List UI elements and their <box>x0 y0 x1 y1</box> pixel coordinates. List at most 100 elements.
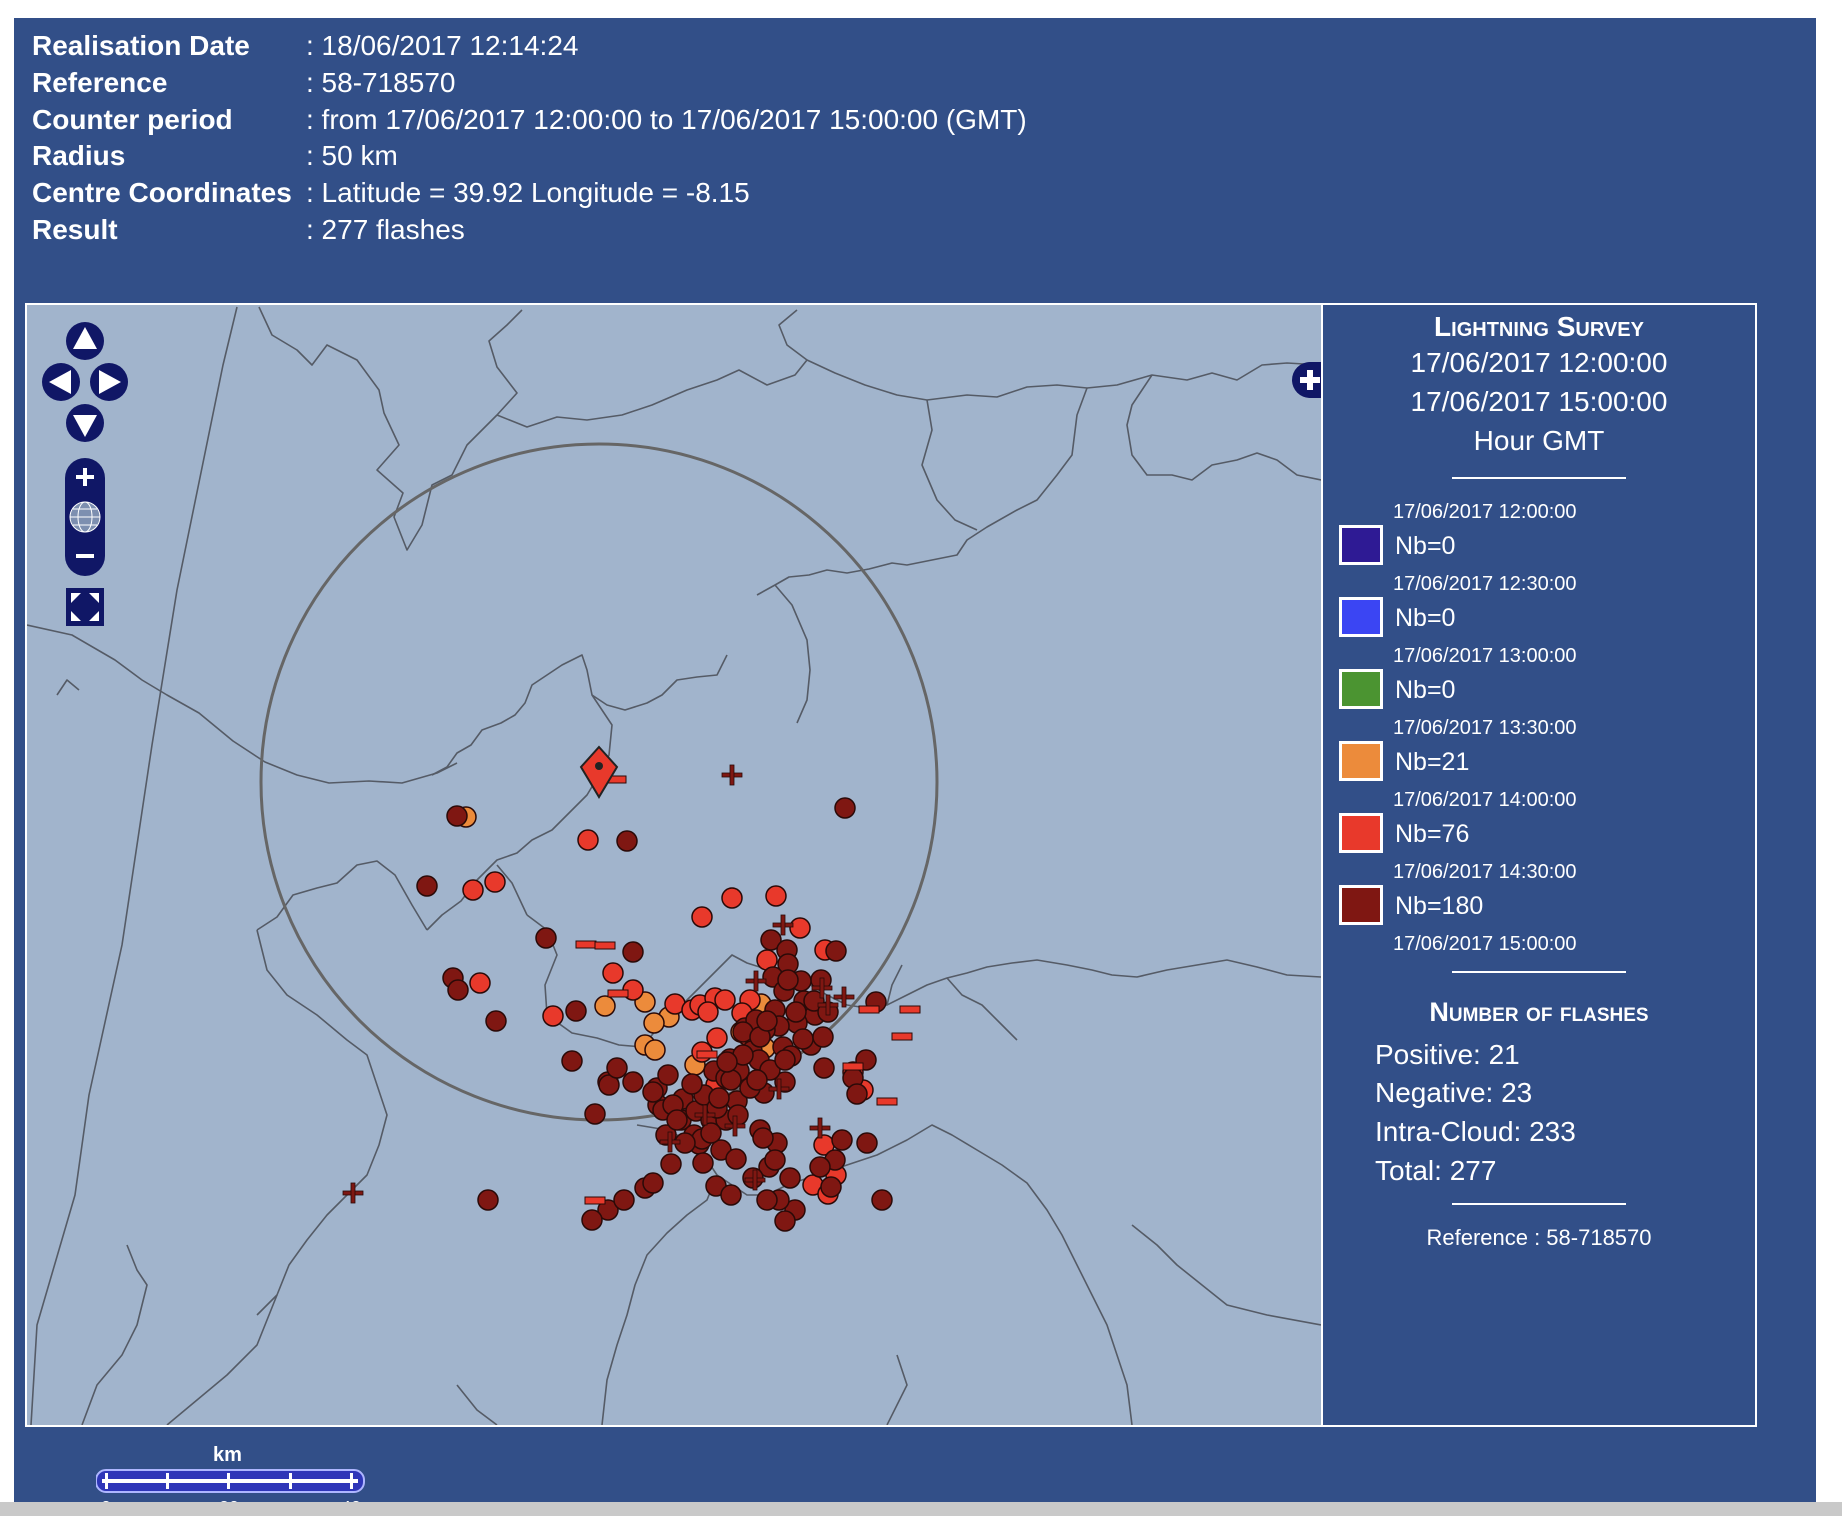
flash-intra-cloud <box>716 1051 738 1073</box>
region-border <box>56 679 80 696</box>
flash-intra-cloud <box>825 940 847 962</box>
flash-intra-cloud <box>831 1129 853 1151</box>
pan-down-icon[interactable] <box>66 404 104 442</box>
region-border <box>496 309 808 428</box>
zoom-control <box>65 458 105 576</box>
flash-intra-cloud <box>535 927 557 949</box>
flash-intra-cloud <box>446 805 468 827</box>
flash-intra-cloud <box>485 1010 507 1032</box>
info-label: Result <box>32 214 118 245</box>
flash-intra-cloud <box>561 1050 583 1072</box>
flash-intra-cloud <box>714 989 736 1011</box>
world-icon[interactable] <box>69 501 101 533</box>
flash-intra-cloud <box>725 1148 747 1170</box>
flash-intra-cloud <box>774 1049 796 1071</box>
flash-negative <box>891 1032 913 1041</box>
flash-intra-cloud <box>477 1189 499 1211</box>
legend-count-1230: Nb=0 <box>1395 604 1456 632</box>
flash-positive <box>342 1182 364 1204</box>
info-value: : 277 flashes <box>306 214 465 245</box>
layer-switcher-icon[interactable] <box>1292 362 1321 398</box>
region-border <box>1131 1224 1321 1326</box>
flash-intra-cloud <box>809 1156 831 1178</box>
flash-intra-cloud <box>469 972 491 994</box>
legend-reference: Reference : 58-718570 <box>1426 1225 1652 1250</box>
legend-count-1430: Nb=180 <box>1395 892 1484 920</box>
region-border <box>456 1384 498 1425</box>
region-border <box>946 977 1018 1041</box>
legend-divider <box>1452 477 1626 479</box>
legend-swatch-1400 <box>1339 813 1383 853</box>
region-border <box>756 387 1088 596</box>
flash-intra-cloud <box>594 995 616 1017</box>
flash-intra-cloud <box>657 1064 679 1086</box>
flash-intra-cloud <box>785 1001 807 1023</box>
zoom-out-icon[interactable] <box>76 554 94 558</box>
legend-swatch-1430 <box>1339 885 1383 925</box>
legend-count-1400: Nb=76 <box>1395 820 1470 848</box>
legend-start-time: 17/06/2017 12:00:00 <box>1410 347 1668 378</box>
flash-intra-cloud <box>622 1071 644 1093</box>
pan-left-icon[interactable] <box>42 363 80 401</box>
flash-negative <box>607 989 629 998</box>
region-border <box>256 929 388 1316</box>
flash-intra-cloud <box>774 1210 796 1232</box>
flash-intra-cloud <box>542 1005 564 1027</box>
flash-intra-cloud <box>691 906 713 928</box>
pan-up-icon[interactable] <box>66 322 104 360</box>
legend-panel: Lightning Survey 17/06/2017 12:00:00 17/… <box>1321 303 1757 1427</box>
count-negative: Negative: 23 <box>1375 1077 1533 1108</box>
flash-intra-cloud <box>708 1087 730 1109</box>
region-border <box>431 654 728 776</box>
region-border <box>30 306 238 1425</box>
flash-intra-cloud <box>727 1104 749 1126</box>
region-borders <box>27 306 1321 1425</box>
flash-intra-cloud <box>765 885 787 907</box>
region-border <box>81 1244 148 1425</box>
scale-unit: km <box>213 1444 242 1466</box>
legend-count-1200: Nb=0 <box>1395 532 1456 560</box>
region-border <box>27 624 458 784</box>
flash-intra-cloud <box>752 1127 774 1149</box>
flash-intra-cloud <box>720 1184 742 1206</box>
region-border <box>774 584 811 724</box>
flash-intra-cloud <box>484 871 506 893</box>
flash-intra-cloud <box>606 1057 628 1079</box>
flash-negative <box>858 1005 880 1014</box>
map-canvas[interactable] <box>27 305 1321 1425</box>
legend-time-zone: Hour GMT <box>1473 425 1605 456</box>
flash-intra-cloud <box>643 1012 665 1034</box>
flash-intra-cloud <box>856 1132 878 1154</box>
flash-intra-cloud <box>565 1000 587 1022</box>
flash-intra-cloud <box>681 1073 703 1095</box>
info-label: Reference <box>32 67 168 98</box>
region-border <box>1126 374 1321 481</box>
lightning-map[interactable] <box>25 303 1323 1427</box>
legend-time-label: 17/06/2017 12:00:00 <box>1393 501 1577 523</box>
flash-intra-cloud <box>846 1083 868 1105</box>
flash-count-title: Number of flashes <box>1429 997 1649 1027</box>
info-value: : 50 km <box>306 140 398 171</box>
centre-marker[interactable] <box>579 745 619 799</box>
flash-intra-cloud <box>613 1189 635 1211</box>
flash-intra-cloud <box>779 1167 801 1189</box>
info-value: : 18/06/2017 12:14:24 <box>306 30 579 61</box>
flash-intra-cloud <box>792 1028 814 1050</box>
pan-right-icon[interactable] <box>90 363 128 401</box>
legend-time-label: 17/06/2017 15:00:00 <box>1393 933 1577 955</box>
count-total: Total: 277 <box>1375 1155 1497 1186</box>
flash-intra-cloud <box>721 887 743 909</box>
info-value: : 58-718570 <box>306 67 456 98</box>
flash-intra-cloud <box>746 1069 768 1091</box>
region-border <box>166 1294 278 1425</box>
legend-time-label: 17/06/2017 13:00:00 <box>1393 645 1577 667</box>
legend-time-label: 17/06/2017 14:30:00 <box>1393 861 1577 883</box>
legend-swatch-1230 <box>1339 597 1383 637</box>
report-panel: Realisation Date : 18/06/2017 12:14:24 R… <box>14 18 1816 1518</box>
count-intra-cloud: Intra-Cloud: 233 <box>1375 1116 1576 1147</box>
flash-intra-cloud <box>616 830 638 852</box>
fullscreen-icon[interactable] <box>66 588 104 626</box>
legend-time-label: 17/06/2017 13:30:00 <box>1393 717 1577 739</box>
flash-intra-cloud <box>777 969 799 991</box>
flash-negative <box>584 1196 606 1205</box>
